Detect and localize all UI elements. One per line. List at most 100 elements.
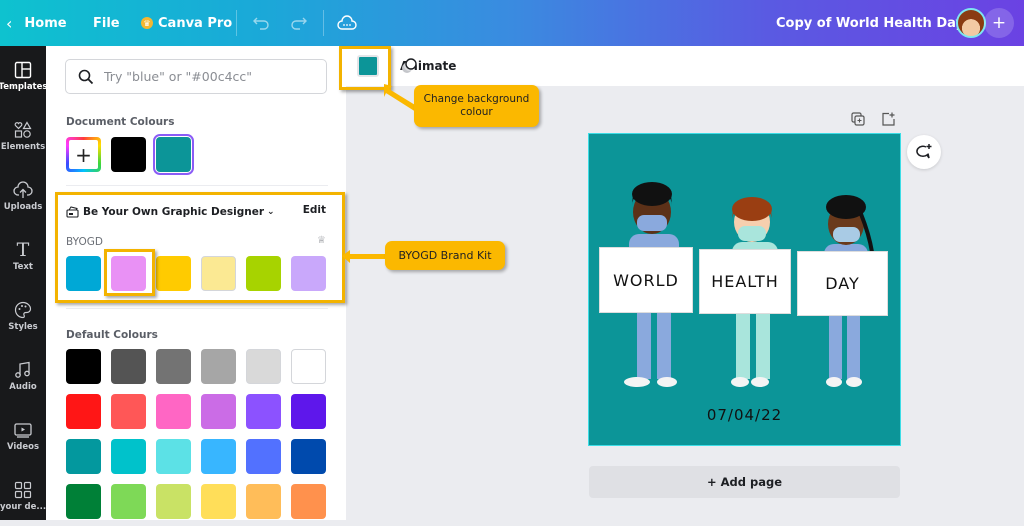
brand-kit-icon [66,206,79,218]
document-colours-title: Document Colours [66,116,175,128]
default-colour-swatch[interactable] [246,484,281,519]
rail-item-text[interactable]: T Text [0,226,46,286]
brand-kit-edit-button[interactable]: Edit [303,204,326,216]
rail-item-your-designs[interactable]: your de... [0,466,46,526]
brand-palette-name: BYOGD [66,236,103,248]
comment-icon [916,144,932,159]
templates-icon [14,61,32,79]
document-colour-swatch[interactable] [111,137,146,172]
rail-item-styles[interactable]: Styles [0,286,46,346]
elements-icon [14,121,32,138]
brand-colour-swatch[interactable] [156,256,191,291]
default-colour-swatch[interactable] [291,484,326,519]
default-colour-swatch[interactable] [156,439,191,474]
brand-colour-swatch[interactable] [291,256,326,291]
rail-item-templates[interactable]: Templates [0,46,47,106]
add-page-icon-button[interactable] [879,110,897,128]
editor-toolbar: Animate [346,46,1024,86]
sign-day[interactable]: DAY [797,251,888,316]
upload-cloud-icon [13,181,33,198]
duplicate-page-button[interactable] [849,110,867,128]
divider [66,185,328,186]
default-colour-swatch[interactable] [111,439,146,474]
default-colour-swatch[interactable] [291,349,326,384]
grid-icon [14,481,32,499]
default-colour-swatch[interactable] [66,484,101,519]
default-colour-swatch[interactable] [291,394,326,429]
divider [66,308,328,309]
back-home-button[interactable]: ‹ Home [6,0,67,46]
top-bar: ‹ Home File ♛ Canva Pro Copy of World He… [0,0,1024,46]
add-colour-button[interactable]: + [66,137,101,172]
design-canvas[interactable]: WORLD HEALTH DAY 07/04/22 [588,133,901,446]
music-note-icon [15,361,30,378]
animate-icon [402,58,417,73]
default-colour-swatch[interactable] [201,484,236,519]
redo-button[interactable] [290,0,308,46]
default-colour-swatch[interactable] [111,394,146,429]
add-comment-button[interactable] [907,135,941,169]
chevron-down-icon: ⌄ [267,207,275,217]
design-date[interactable]: 07/04/22 [589,406,900,424]
brand-colour-swatch[interactable] [246,256,281,291]
redo-icon [291,17,307,30]
rail-item-audio[interactable]: Audio [0,346,46,406]
default-colour-swatch[interactable] [201,394,236,429]
default-colour-swatch[interactable] [201,439,236,474]
chevron-left-icon: ‹ [6,13,13,33]
default-colour-swatch[interactable] [111,349,146,384]
default-colour-swatch[interactable] [66,394,101,429]
sign-health[interactable]: HEALTH [699,249,791,314]
add-page-button[interactable]: + Add page [589,466,900,498]
canva-pro-label: Canva Pro [158,15,233,31]
home-label: Home [24,15,67,31]
side-rail: Templates Elements Uploads T Text Styles… [0,46,47,520]
duplicate-icon [851,112,865,126]
video-icon [14,423,32,438]
divider [236,10,237,36]
palette-icon [14,301,32,319]
document-colour-swatch[interactable] [153,134,194,175]
plus-icon: + [69,140,98,169]
search-icon [78,69,94,84]
brand-kit-name: Be Your Own Graphic Designer [83,206,265,218]
crown-icon: ♕ [317,235,326,246]
brand-colour-swatch[interactable] [111,256,146,291]
rail-item-videos[interactable]: Videos [0,406,46,466]
sign-world[interactable]: WORLD [599,247,693,313]
brand-colour-swatch[interactable] [201,256,236,291]
default-colour-swatch[interactable] [66,349,101,384]
default-colour-swatch[interactable] [156,349,191,384]
document-title[interactable]: Copy of World Health Day 1 [776,0,978,46]
default-colour-swatch[interactable] [66,439,101,474]
default-colour-swatch[interactable] [201,349,236,384]
brand-kit-selector[interactable]: Be Your Own Graphic Designer ⌄ [66,204,328,220]
save-status-button[interactable] [337,0,357,46]
undo-icon [253,17,269,30]
colour-search[interactable] [65,59,327,94]
user-avatar[interactable] [956,8,986,38]
colour-panel: Document Colours + Be Your Own Graphic D… [46,46,346,520]
brand-colour-swatch[interactable] [66,256,101,291]
rail-item-uploads[interactable]: Uploads [0,166,46,226]
default-colour-swatch[interactable] [246,394,281,429]
callout-brand-kit: BYOGD Brand Kit [385,241,505,270]
crown-icon: ♛ [141,17,153,29]
default-colour-swatch[interactable] [246,349,281,384]
callout-arrow-brand-kit [342,250,388,263]
default-colour-swatch[interactable] [156,394,191,429]
default-colour-swatch[interactable] [156,484,191,519]
text-icon: T [16,239,30,261]
file-menu[interactable]: File [93,0,120,46]
add-collaborator-button[interactable]: + [984,8,1014,38]
colour-search-input[interactable] [104,69,304,84]
default-colours-title: Default Colours [66,329,158,341]
default-colour-swatch[interactable] [291,439,326,474]
default-colour-swatch[interactable] [111,484,146,519]
cloud-icon [337,15,357,30]
default-colour-swatch[interactable] [246,439,281,474]
undo-button[interactable] [252,0,270,46]
background-colour-button[interactable] [357,55,379,77]
canva-pro-button[interactable]: ♛ Canva Pro [141,0,232,46]
rail-item-elements[interactable]: Elements [0,106,46,166]
